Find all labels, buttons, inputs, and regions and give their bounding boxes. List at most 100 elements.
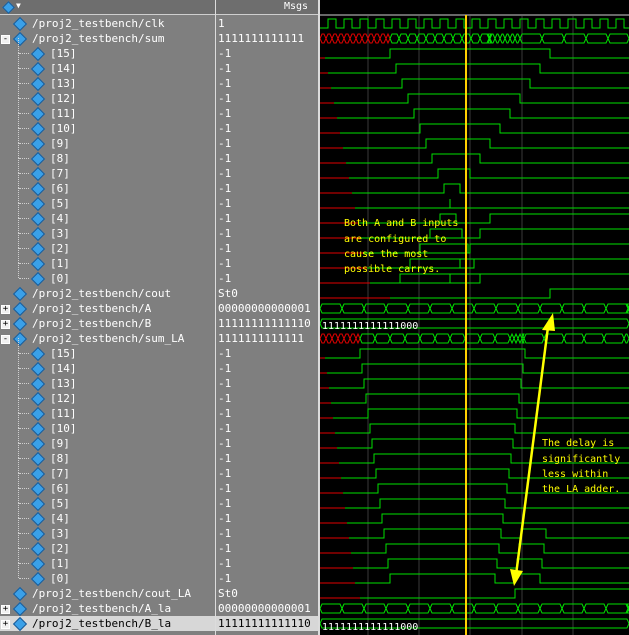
signal-bit-row[interactable]: [6] [0, 173, 215, 197]
signal-diamond-icon [30, 541, 46, 557]
signal-bit-row[interactable]: [3] [0, 218, 215, 242]
signal-value: -1 [218, 407, 232, 420]
signal-name: [9] [50, 137, 70, 150]
signal-value: -1 [218, 362, 232, 375]
signal-diamond-icon [30, 361, 46, 377]
collapse-icon[interactable]: - [1, 35, 10, 44]
tree-branch [19, 113, 29, 114]
signal-row[interactable]: - /proj2_testbench/sum_LA [0, 331, 215, 347]
signal-diamond-icon [30, 451, 46, 467]
signal-diamond-icon [30, 481, 46, 497]
signal-value: -1 [218, 497, 232, 510]
tree-line [18, 83, 19, 98]
tree-branch [19, 428, 29, 429]
signal-bit-row[interactable]: [9] [0, 428, 215, 452]
waveform-background [320, 0, 629, 635]
signal-value: -1 [218, 137, 232, 150]
signal-value: -1 [218, 122, 232, 135]
signal-bit-row[interactable]: [12] [0, 383, 215, 407]
signal-bit-row[interactable]: [14] [0, 353, 215, 377]
expand-icon[interactable]: + [1, 620, 10, 629]
signal-bit-row[interactable]: [8] [0, 443, 215, 467]
signal-diamond-icon[interactable] [2, 1, 15, 14]
signal-bit-row[interactable]: [3] [0, 518, 215, 542]
bus-value-B-la: 1111111111111000 [322, 622, 418, 633]
signal-row[interactable]: - /proj2_testbench/sum [0, 31, 215, 47]
signal-row[interactable]: /proj2_testbench/cout_LA [0, 586, 215, 602]
signal-row[interactable]: /proj2_testbench/cout [0, 286, 215, 302]
signal-bit-row[interactable]: [1] [0, 248, 215, 272]
signal-value: -1 [218, 77, 232, 90]
signal-bit-row[interactable]: [12] [0, 83, 215, 107]
signal-row[interactable]: + /proj2_testbench/A_la [0, 601, 215, 617]
signal-value: -1 [218, 62, 232, 75]
signal-name: [13] [50, 77, 77, 90]
signal-bit-row[interactable]: [15] [0, 338, 215, 362]
tree-branch [19, 473, 29, 474]
signal-bit-row[interactable]: [0] [0, 563, 215, 587]
signal-bit-row[interactable]: [10] [0, 413, 215, 437]
values-header: Msgs [216, 0, 318, 15]
signal-value: -1 [218, 242, 232, 255]
expand-icon[interactable]: + [1, 305, 10, 314]
expander-glyph: - [2, 34, 9, 44]
signal-row[interactable]: + /proj2_testbench/A [0, 301, 215, 317]
signal-bit-row[interactable]: [13] [0, 68, 215, 92]
signal-bit-row[interactable]: [11] [0, 98, 215, 122]
signal-bit-row[interactable]: [0] [0, 263, 215, 287]
signal-name: /proj2_testbench/sum [32, 32, 165, 45]
signal-bit-row[interactable]: [8] [0, 143, 215, 167]
signal-value: -1 [218, 47, 232, 60]
collapse-icon[interactable]: - [1, 335, 10, 344]
expand-icon[interactable]: + [1, 605, 10, 614]
signal-value: 11111111111110 [218, 317, 311, 330]
signal-value: -1 [218, 392, 232, 405]
signal-bit-row[interactable]: [10] [0, 113, 215, 137]
signal-bit-row[interactable]: [6] [0, 473, 215, 497]
tree-branch [19, 413, 29, 414]
signal-bit-row[interactable]: [1] [0, 548, 215, 572]
signal-row[interactable]: /proj2_testbench/clk [0, 16, 215, 32]
signal-name: [10] [50, 422, 77, 435]
signal-bit-row[interactable]: [15] [0, 38, 215, 62]
tree-line [18, 113, 19, 128]
note2-line4: the LA adder. [542, 484, 620, 495]
tree-branch [19, 503, 29, 504]
signal-bit-row[interactable]: [5] [0, 188, 215, 212]
signal-bit-row[interactable]: [5] [0, 488, 215, 512]
signal-bit-row[interactable]: [9] [0, 128, 215, 152]
signal-row[interactable]: + /proj2_testbench/B [0, 316, 215, 332]
signal-name: [0] [50, 572, 70, 585]
expander-glyph: + [2, 604, 9, 614]
expand-icon[interactable]: + [1, 320, 10, 329]
signal-bit-row[interactable]: [7] [0, 458, 215, 482]
signal-bit-row[interactable]: [4] [0, 503, 215, 527]
chevron-down-icon[interactable]: ▼ [16, 1, 21, 10]
signal-name: /proj2_testbench/clk [32, 17, 165, 30]
signal-name: [8] [50, 152, 70, 165]
tree-branch [19, 158, 29, 159]
signal-diamond-icon [12, 286, 28, 302]
signal-bit-row[interactable]: [13] [0, 368, 215, 392]
signal-diamond-icon [12, 616, 28, 632]
signal-value: -1 [218, 437, 232, 450]
signal-diamond-icon [30, 136, 46, 152]
signal-name: [12] [50, 92, 77, 105]
signal-value: -1 [218, 557, 232, 570]
signal-name: /proj2_testbench/A_la [32, 602, 172, 615]
tree-branch [19, 488, 29, 489]
tree-branch [19, 398, 29, 399]
tree-branch [19, 548, 29, 549]
signal-name: [0] [50, 272, 70, 285]
signal-bit-row[interactable]: [2] [0, 533, 215, 557]
signal-row[interactable]: + /proj2_testbench/B_la [0, 616, 215, 632]
signal-bit-row[interactable]: [2] [0, 233, 215, 257]
signal-bit-row[interactable]: [4] [0, 203, 215, 227]
signal-name: [1] [50, 557, 70, 570]
signal-bit-row[interactable]: [11] [0, 398, 215, 422]
signal-bit-row[interactable]: [7] [0, 158, 215, 182]
names-header: ▼ [0, 0, 215, 15]
signal-diamond-icon [30, 421, 46, 437]
signal-bit-row[interactable]: [14] [0, 53, 215, 77]
waveform-pane[interactable]: 1111111111111000 1111111111111000 Both A… [320, 0, 629, 635]
